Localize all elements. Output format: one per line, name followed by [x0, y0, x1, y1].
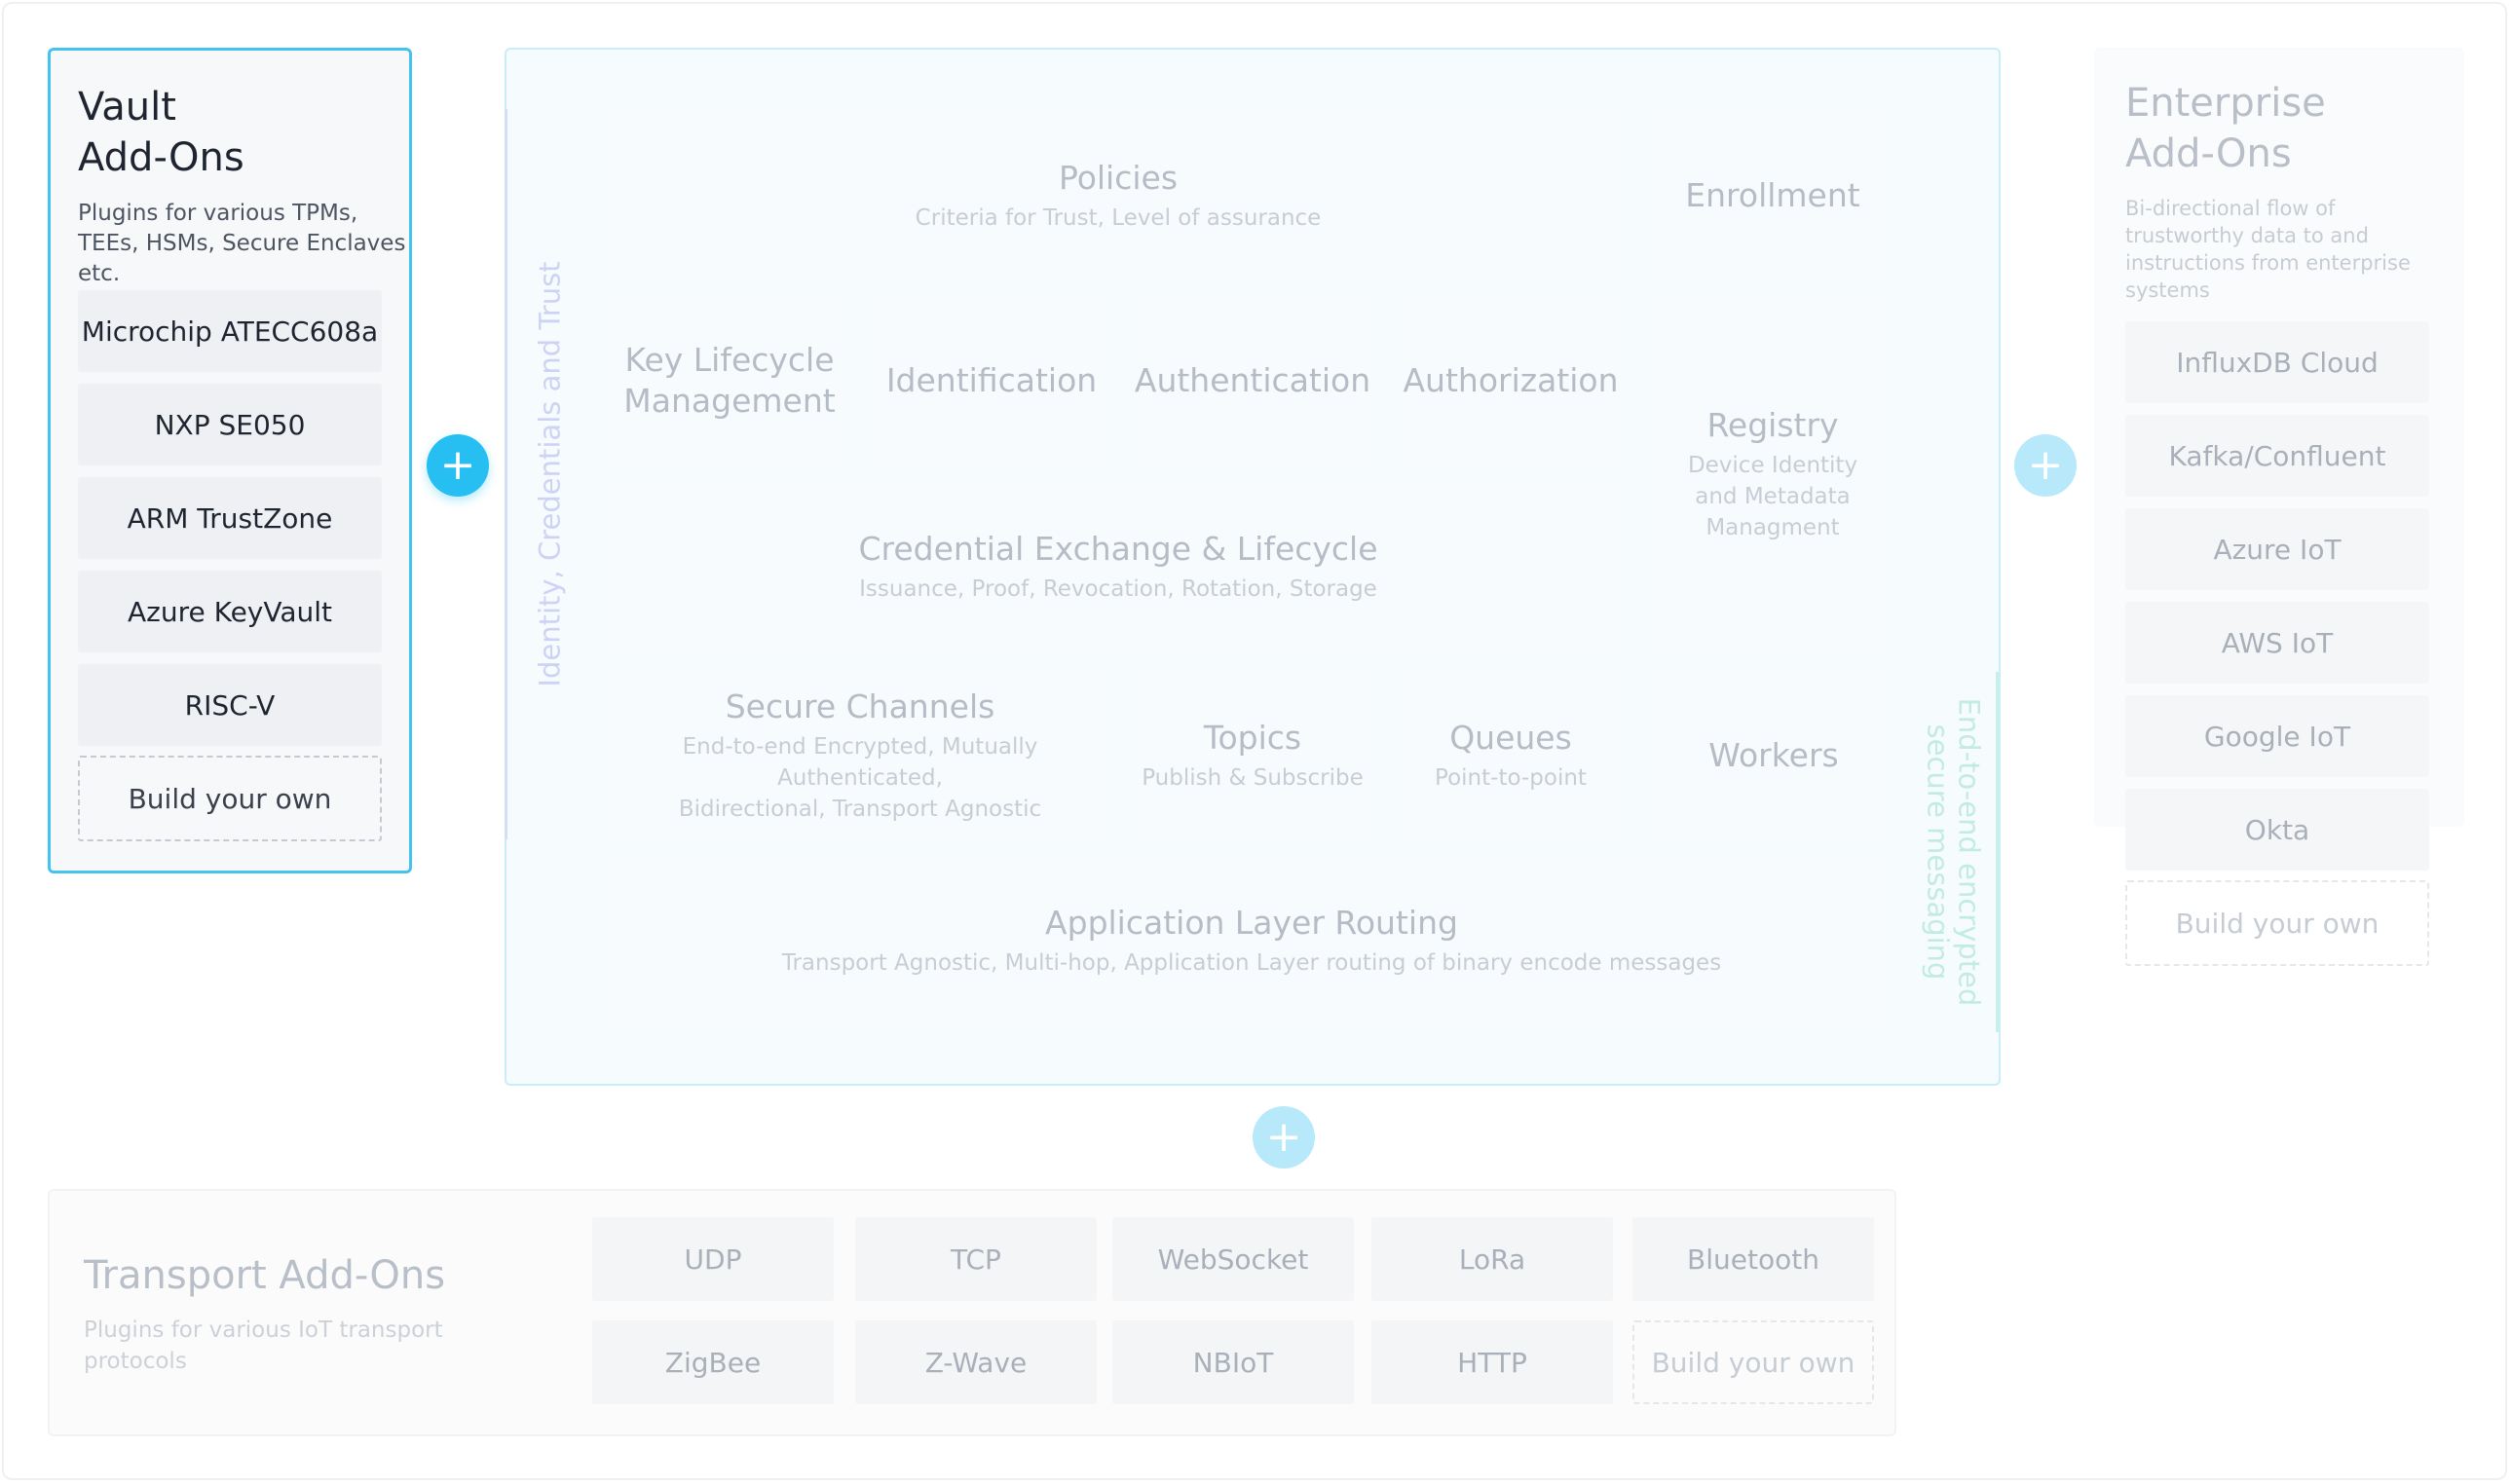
registry-sub-line3: Managment — [1705, 515, 1840, 540]
identification-box: Identification — [869, 296, 1114, 465]
key-lifecycle-box: Key Lifecycle Management — [606, 296, 853, 465]
transport-item-zigbee: ZigBee — [592, 1320, 834, 1404]
workers-title: Workers — [1708, 736, 1839, 774]
secure-channels-title: Secure Channels — [725, 687, 995, 725]
vault-build-your-own: Build your own — [78, 756, 382, 841]
enrollment-title: Enrollment — [1685, 176, 1860, 214]
enterprise-item-kafka: Kafka/Confluent — [2125, 415, 2429, 497]
key-lifecycle-title-line2: Management — [623, 382, 836, 420]
authentication-title: Authentication — [1134, 361, 1371, 399]
secure-channels-sub-line1: End-to-end Encrypted, Mutually Authentic… — [682, 734, 1038, 791]
vault-item-azure-keyvault: Azure KeyVault — [78, 571, 382, 652]
authorization-box: Authorization — [1391, 296, 1630, 465]
vault-item-nxp: NXP SE050 — [78, 384, 382, 465]
enterprise-build-your-own: Build your own — [2125, 880, 2429, 966]
enterprise-item-azure-iot: Azure IoT — [2125, 508, 2429, 590]
enterprise-item-influxdb: InfluxDB Cloud — [2125, 321, 2429, 403]
messaging-label-line1: End-to-end encrypted — [1952, 697, 1986, 1007]
enterprise-item-google-iot: Google IoT — [2125, 695, 2429, 777]
vault-title-line1: Vault — [78, 85, 176, 130]
transport-item-http: HTTP — [1371, 1320, 1613, 1404]
vault-item-risc-v: RISC-V — [78, 664, 382, 746]
enterprise-item-okta: Okta — [2125, 789, 2429, 871]
transport-build-your-own: Build your own — [1632, 1320, 1874, 1404]
registry-sub-line1: Device Identity — [1687, 453, 1858, 478]
transport-addons-title: Transport Add-Ons — [84, 1253, 446, 1298]
queues-subtitle: Point-to-point — [1435, 765, 1587, 791]
enterprise-addons-title: Enterprise Add-Ons — [2125, 78, 2326, 179]
messaging-side-label: End-to-end encrypted secure messaging — [1909, 672, 1997, 1032]
transport-addons-description: Plugins for various IoT transport protoc… — [84, 1317, 443, 1374]
transport-item-udp: UDP — [592, 1217, 834, 1301]
key-lifecycle-title-line1: Key Lifecycle — [624, 341, 835, 379]
enterprise-addons-description: Bi-directional flow of trustworthy data … — [2125, 197, 2411, 302]
topics-subtitle: Publish & Subscribe — [1142, 765, 1364, 791]
policies-subtitle: Criteria for Trust, Level of assurance — [915, 205, 1322, 231]
plus-icon-enterprise[interactable]: + — [2014, 434, 2077, 497]
vault-title-line2: Add-Ons — [78, 135, 244, 180]
credential-exchange-title: Credential Exchange & Lifecycle — [858, 530, 1378, 568]
routing-subtitle: Transport Agnostic, Multi-hop, Applicati… — [781, 950, 1722, 976]
vault-item-microchip: Microchip ATECC608a — [78, 290, 382, 372]
vault-addons-description: Plugins for various TPMs, TEEs, HSMs, Se… — [78, 201, 406, 286]
authentication-box: Authentication — [1130, 296, 1375, 465]
transport-item-zwave: Z-Wave — [855, 1320, 1097, 1404]
queues-title: Queues — [1449, 719, 1572, 757]
routing-title: Application Layer Routing — [1045, 904, 1458, 942]
registry-title: Registry — [1706, 406, 1839, 444]
enterprise-title-line1: Enterprise — [2125, 81, 2326, 126]
registry-box: Registry Device Identity and Metadata Ma… — [1650, 296, 1895, 652]
secure-channels-box: Secure Channels End-to-end Encrypted, Mu… — [606, 672, 1114, 839]
transport-item-nbiot: NBIoT — [1112, 1320, 1354, 1404]
enrollment-box: Enrollment — [1650, 109, 1895, 282]
transport-item-websocket: WebSocket — [1112, 1217, 1354, 1301]
secure-channels-sub-line2: Bidirectional, Transport Agnostic — [678, 797, 1042, 822]
plus-icon-vault[interactable]: + — [427, 434, 489, 497]
identity-side-label: Identity, Credentials and Trust — [527, 109, 574, 839]
plus-icon-transport[interactable]: + — [1253, 1106, 1315, 1169]
transport-item-lora: LoRa — [1371, 1217, 1613, 1301]
messaging-side-label-text: End-to-end encrypted secure messaging — [1921, 697, 1986, 1007]
transport-item-bluetooth: Bluetooth — [1632, 1217, 1874, 1301]
messaging-label-line2: secure messaging — [1921, 723, 1955, 981]
identity-side-line — [505, 109, 507, 839]
enterprise-item-aws-iot: AWS IoT — [2125, 602, 2429, 684]
vault-addons-title: Vault Add-Ons — [78, 82, 244, 183]
workers-box: Workers — [1650, 672, 1897, 839]
vault-item-arm-trustzone: ARM TrustZone — [78, 477, 382, 559]
credential-exchange-subtitle: Issuance, Proof, Revocation, Rotation, S… — [859, 576, 1377, 602]
enterprise-title-line2: Add-Ons — [2125, 131, 2292, 176]
topics-title: Topics — [1203, 719, 1302, 757]
queues-box: Queues Point-to-point — [1391, 672, 1630, 839]
identification-title: Identification — [885, 361, 1098, 399]
credential-exchange-box: Credential Exchange & Lifecycle Issuance… — [606, 481, 1630, 652]
transport-item-tcp: TCP — [855, 1217, 1097, 1301]
routing-box: Application Layer Routing Transport Agno… — [606, 855, 1897, 1026]
policies-box: Policies Criteria for Trust, Level of as… — [606, 109, 1630, 282]
policies-title: Policies — [1058, 159, 1179, 197]
registry-sub-line2: and Metadata — [1695, 484, 1851, 509]
identity-side-label-text: Identity, Credentials and Trust — [534, 261, 567, 687]
topics-box: Topics Publish & Subscribe — [1130, 672, 1375, 839]
authorization-title: Authorization — [1403, 361, 1619, 399]
